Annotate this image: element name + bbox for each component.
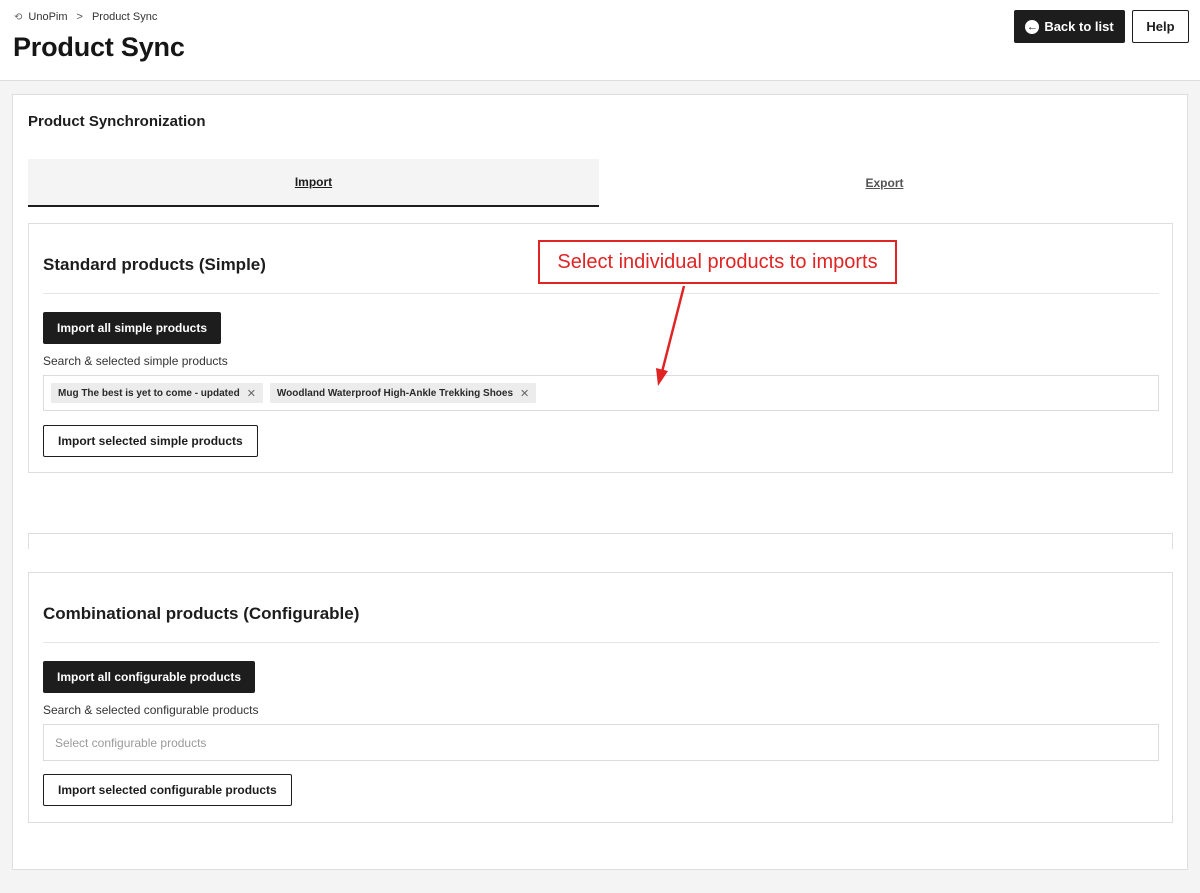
import-all-configurable-button[interactable]: Import all configurable products xyxy=(43,661,256,693)
configurable-search-label: Search & selected configurable products xyxy=(43,703,259,717)
chip-label: Woodland Waterproof High-Ankle Trekking … xyxy=(276,387,514,399)
simple-products-title: Standard products (Simple) xyxy=(43,255,266,274)
help-button[interactable]: Help xyxy=(1132,10,1189,43)
breadcrumb: ⟲ UnoPim > Product Sync xyxy=(14,11,157,23)
page-title: Product Sync xyxy=(13,32,185,62)
panel-stub xyxy=(28,533,1173,549)
divider xyxy=(43,642,1159,643)
breadcrumb-separator: > xyxy=(76,11,83,23)
tab-export[interactable]: Export xyxy=(599,159,1170,207)
section-heading: Product Synchronization xyxy=(28,113,206,130)
arrow-left-circle-icon: ← xyxy=(1025,19,1040,34)
selected-product-chip: Mug The best is yet to come - updated ✕ xyxy=(51,383,263,403)
configurable-products-select[interactable] xyxy=(43,724,1159,761)
product-sync-card: Product Synchronization Import Export St… xyxy=(12,94,1188,870)
breadcrumb-current: Product Sync xyxy=(91,11,158,23)
sync-icon: ⟲ xyxy=(14,11,23,23)
annotation-callout: Select individual products to imports xyxy=(538,240,897,284)
configurable-products-panel: Combinational products (Configurable) Im… xyxy=(28,572,1173,823)
selected-product-chip: Woodland Waterproof High-Ankle Trekking … xyxy=(269,383,537,403)
import-all-simple-button[interactable]: Import all simple products xyxy=(43,312,222,344)
back-to-list-button[interactable]: ← Back to list xyxy=(1014,10,1125,43)
breadcrumb-root[interactable]: UnoPim xyxy=(28,11,67,23)
remove-chip-icon[interactable]: ✕ xyxy=(247,387,256,400)
top-bar: ⟲ UnoPim > Product Sync Product Sync ← B… xyxy=(0,0,1200,81)
import-selected-configurable-button[interactable]: Import selected configurable products xyxy=(43,774,292,806)
chip-label: Mug The best is yet to come - updated xyxy=(58,387,240,399)
divider xyxy=(43,293,1159,294)
remove-chip-icon[interactable]: ✕ xyxy=(520,387,529,400)
import-selected-simple-button[interactable]: Import selected simple products xyxy=(43,425,258,457)
tab-import[interactable]: Import xyxy=(28,159,599,207)
simple-products-multiselect[interactable]: Mug The best is yet to come - updated ✕ … xyxy=(43,375,1159,411)
simple-search-label: Search & selected simple products xyxy=(43,354,228,368)
back-to-list-label: Back to list xyxy=(1044,19,1114,34)
configurable-products-title: Combinational products (Configurable) xyxy=(43,604,360,623)
